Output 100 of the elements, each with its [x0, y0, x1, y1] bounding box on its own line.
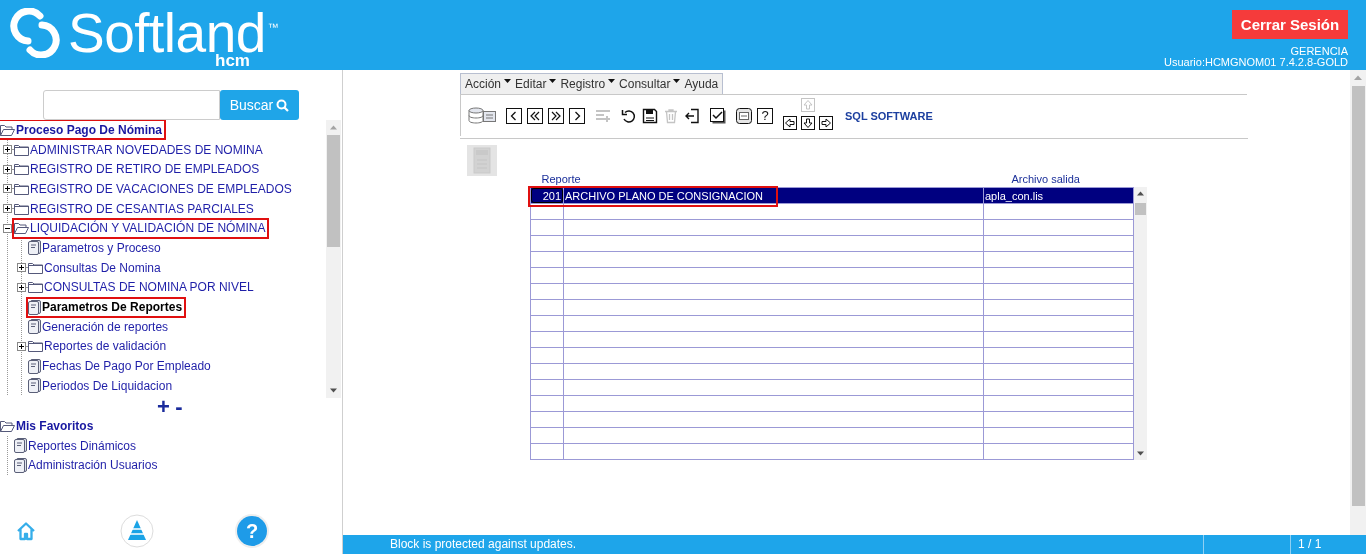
tree-item[interactable]: Generación de reportes: [28, 318, 171, 336]
escape-key-icon[interactable]: [736, 107, 752, 124]
chevron-left-icon[interactable]: [506, 107, 522, 124]
checklist-icon[interactable]: [710, 107, 726, 124]
table-cell[interactable]: [563, 331, 984, 348]
selected-row[interactable]: 201 ARCHIVO PLANO DE CONSIGNACION apla_con.lis: [530, 187, 1134, 204]
table-cell[interactable]: [983, 283, 1134, 300]
table-cell[interactable]: [530, 283, 564, 300]
table-cell[interactable]: [530, 235, 564, 252]
table-cell[interactable]: [563, 379, 984, 396]
table-cell[interactable]: [530, 411, 564, 428]
table-cell[interactable]: [983, 299, 1134, 316]
table-cell[interactable]: [563, 283, 984, 300]
database-icon[interactable]: [468, 106, 496, 125]
table-cell[interactable]: [563, 299, 984, 316]
scrollbar[interactable]: [326, 120, 341, 398]
arrow-right-icon[interactable]: [819, 115, 833, 130]
tree-item[interactable]: Reportes Dinámicos: [14, 437, 139, 455]
table-cell[interactable]: [530, 315, 564, 332]
logout-button[interactable]: Cerrar Sesión: [1232, 10, 1348, 39]
menu-item[interactable]: Ayuda: [684, 77, 719, 91]
table-cell[interactable]: [563, 427, 984, 444]
table-cell[interactable]: [563, 395, 984, 412]
table-cell[interactable]: [983, 251, 1134, 268]
expand-toggle[interactable]: [17, 282, 26, 292]
scroll-thumb[interactable]: [1351, 86, 1365, 506]
table-cell[interactable]: [983, 235, 1134, 252]
tree-item[interactable]: Mis Favoritos: [0, 417, 96, 435]
menu-item[interactable]: Acción: [465, 77, 512, 91]
tree-item[interactable]: Reportes de validación: [28, 337, 169, 355]
arrow-left-icon[interactable]: [783, 115, 797, 130]
expand-toggle[interactable]: [3, 145, 12, 155]
tree-item[interactable]: LIQUIDACIÓN Y VALIDACIÓN DE NÓMINA: [14, 219, 268, 237]
expand-toggle[interactable]: [3, 184, 12, 194]
table-cell[interactable]: [983, 443, 1134, 460]
scroll-thumb[interactable]: [327, 135, 340, 247]
tree-item[interactable]: REGISTRO DE RETIRO DE EMPLEADOS: [14, 160, 262, 178]
tree-item[interactable]: CONSULTAS DE NOMINA POR NIVEL: [28, 278, 256, 296]
table-cell[interactable]: [983, 363, 1134, 380]
table-cell[interactable]: [983, 219, 1134, 236]
expand-toggle[interactable]: [3, 223, 12, 233]
scrollbar[interactable]: [1134, 187, 1147, 460]
table-cell[interactable]: [530, 395, 564, 412]
double-chevron-left-icon[interactable]: [527, 107, 543, 124]
expand-toggle[interactable]: [17, 341, 26, 351]
table-cell[interactable]: [563, 235, 984, 252]
undo-icon[interactable]: [621, 107, 637, 124]
scroll-thumb[interactable]: [1135, 203, 1146, 215]
tree-item[interactable]: Periodos De Liquidacion: [28, 377, 175, 395]
table-cell[interactable]: [530, 379, 564, 396]
table-cell[interactable]: [983, 331, 1134, 348]
table-cell[interactable]: [983, 411, 1134, 428]
menu-item[interactable]: Consultar: [619, 77, 681, 91]
double-chevron-right-icon[interactable]: [548, 107, 564, 124]
pyramid-icon[interactable]: [119, 514, 154, 548]
help-button[interactable]: ?: [757, 107, 773, 124]
table-cell[interactable]: [563, 315, 984, 332]
table-cell[interactable]: [530, 251, 564, 268]
tree-item[interactable]: Fechas De Pago Por Empleado: [28, 357, 213, 375]
table-cell[interactable]: [983, 395, 1134, 412]
table-cell[interactable]: ARCHIVO PLANO DE CONSIGNACION: [563, 187, 984, 204]
table-cell[interactable]: [563, 347, 984, 364]
chevron-right-icon[interactable]: [569, 107, 585, 124]
save-icon[interactable]: [642, 107, 658, 124]
table-cell[interactable]: [530, 219, 564, 236]
table-cell[interactable]: [530, 443, 564, 460]
table-cell[interactable]: [983, 203, 1134, 220]
expand-toggle[interactable]: [3, 164, 12, 174]
table-cell[interactable]: [983, 315, 1134, 332]
tree-item[interactable]: Consultas De Nomina: [28, 259, 163, 277]
tree-item[interactable]: Administración Usuarios: [14, 456, 160, 474]
tree-item[interactable]: Parametros y Proceso: [28, 239, 163, 257]
search-field[interactable]: [43, 90, 220, 120]
table-cell[interactable]: [530, 267, 564, 284]
table-cell[interactable]: [530, 299, 564, 316]
home-icon[interactable]: [16, 521, 36, 541]
expand-all-button[interactable]: +: [157, 399, 169, 415]
table-cell[interactable]: [530, 363, 564, 380]
scrollbar[interactable]: [1350, 70, 1366, 535]
tree-item[interactable]: REGISTRO DE CESANTIAS PARCIALES: [14, 200, 256, 218]
exit-icon[interactable]: [684, 107, 700, 124]
table-cell[interactable]: apla_con.lis: [983, 187, 1134, 204]
table-cell[interactable]: [563, 219, 984, 236]
table-cell[interactable]: [563, 363, 984, 380]
collapse-all-button[interactable]: -: [173, 399, 185, 415]
table-cell[interactable]: [563, 443, 984, 460]
table-cell[interactable]: [530, 347, 564, 364]
arrow-down-icon[interactable]: [801, 115, 815, 130]
table-cell[interactable]: [983, 267, 1134, 284]
table-cell[interactable]: [563, 411, 984, 428]
table-cell[interactable]: [983, 379, 1134, 396]
table-cell[interactable]: [563, 251, 984, 268]
tree-item[interactable]: Proceso Pago De Nómina: [0, 121, 165, 139]
expand-toggle[interactable]: [3, 204, 12, 214]
tree-item[interactable]: REGISTRO DE VACACIONES DE EMPLEADOS: [14, 180, 294, 198]
table-cell[interactable]: [530, 203, 564, 220]
tree-item[interactable]: ADMINISTRAR NOVEDADES DE NOMINA: [14, 141, 265, 159]
tree-item[interactable]: Parametros De Reportes: [28, 298, 185, 316]
expand-toggle[interactable]: [17, 263, 26, 273]
table-cell[interactable]: [563, 267, 984, 284]
